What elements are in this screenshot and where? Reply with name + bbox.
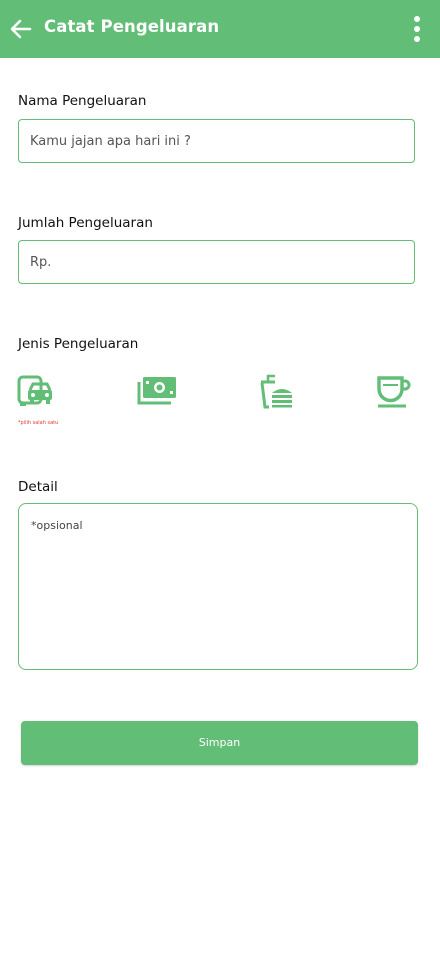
expense-type-label: Jenis Pengeluaran: [18, 336, 139, 352]
category-money-button[interactable]: [136, 374, 180, 410]
more-vertical-icon: [414, 16, 420, 42]
transport-icon: [17, 375, 52, 406]
detail-textarea[interactable]: [19, 504, 417, 669]
category-drink-button[interactable]: [376, 374, 420, 410]
page-title: Catat Pengeluaran: [44, 17, 220, 36]
more-options-button[interactable]: [406, 14, 428, 44]
expense-amount-input[interactable]: [19, 241, 414, 283]
save-button[interactable]: Simpan: [21, 721, 418, 765]
fast-food-icon: [260, 374, 292, 409]
expense-amount-field: [18, 240, 415, 284]
category-hint: *pilih salah satu: [18, 420, 59, 426]
back-button[interactable]: [8, 14, 36, 44]
expense-amount-label: Jumlah Pengeluaran: [18, 215, 153, 231]
arrow-left-icon: [10, 19, 32, 39]
expense-name-input[interactable]: [19, 120, 414, 162]
expense-name-label: Nama Pengeluaran: [18, 93, 147, 109]
expense-name-field: [18, 119, 415, 163]
app-bar: Catat Pengeluaran: [0, 0, 440, 58]
money-icon: [137, 377, 176, 405]
category-food-button[interactable]: [256, 374, 300, 410]
category-transport-button[interactable]: [16, 374, 60, 410]
detail-label: Detail: [18, 479, 58, 495]
detail-field: [18, 503, 418, 670]
coffee-cup-icon: [377, 376, 411, 408]
